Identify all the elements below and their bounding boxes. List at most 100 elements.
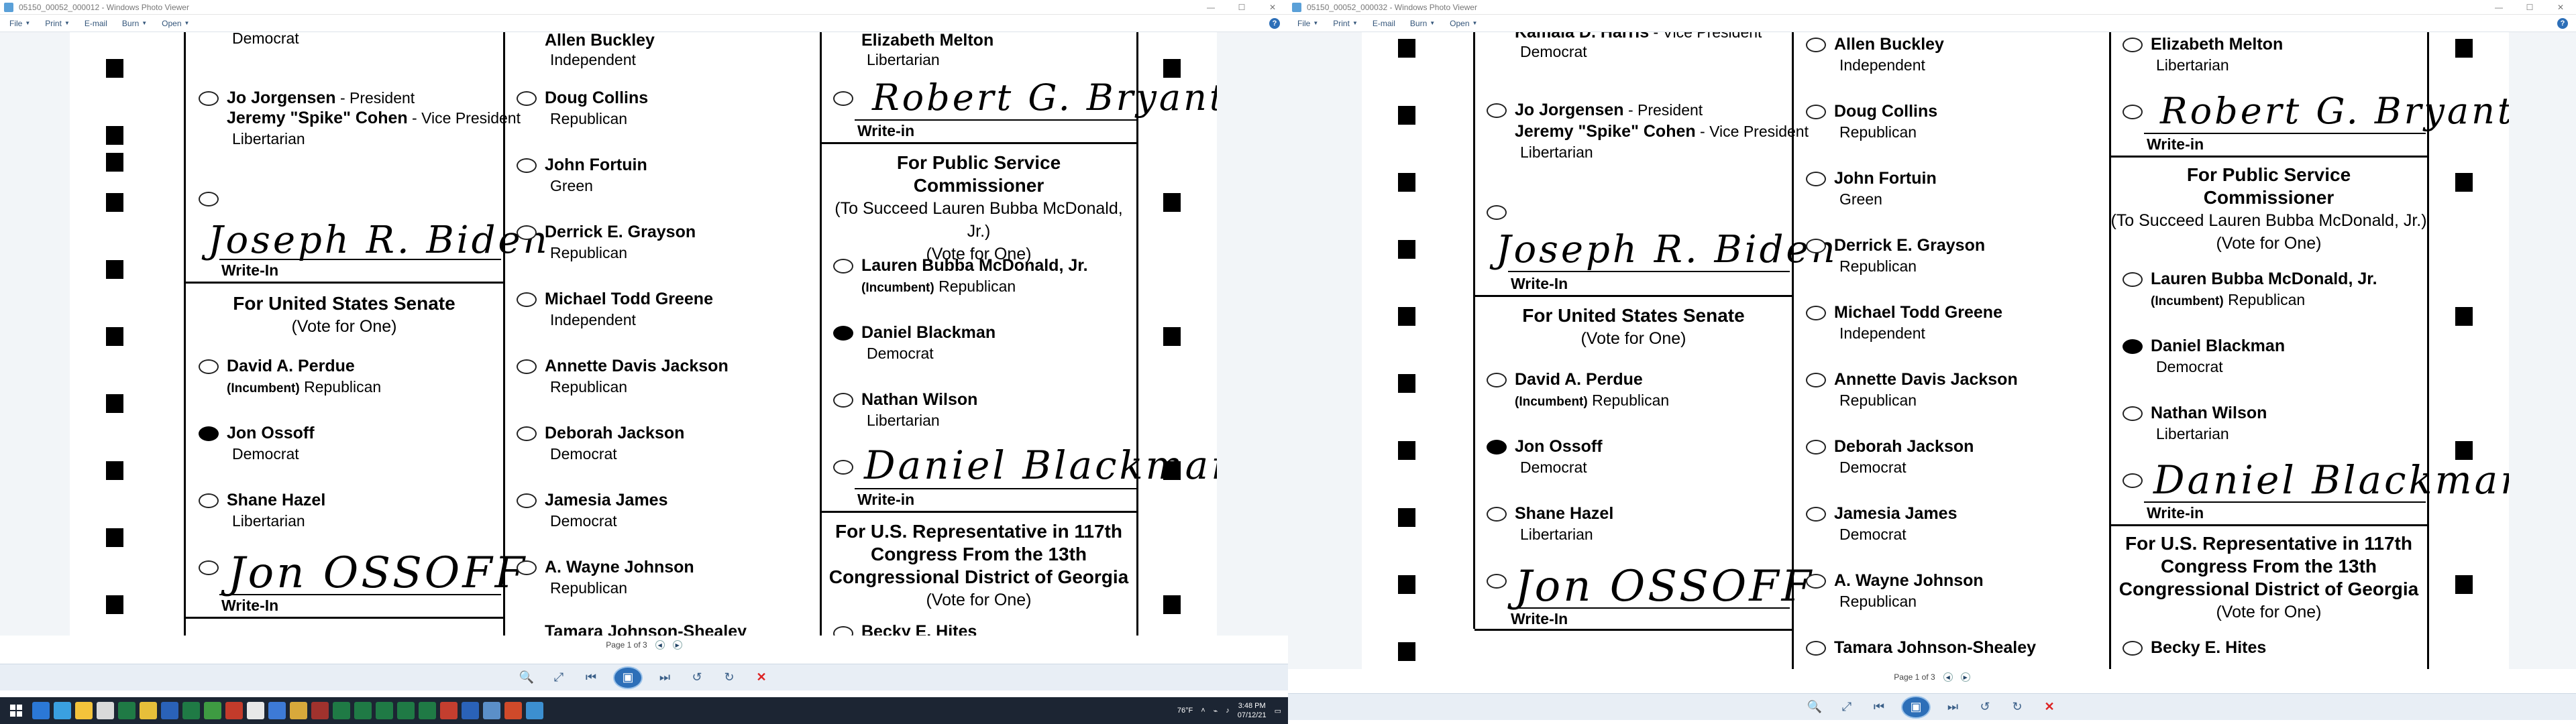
previous-page-icon[interactable]: ◀ [655, 640, 665, 650]
zoom-icon[interactable]: 🔍 [517, 669, 537, 686]
menu-email[interactable]: E-mail [85, 19, 107, 28]
close-button[interactable]: ✕ [1257, 0, 1288, 15]
vote-bubble[interactable] [1487, 373, 1507, 387]
vote-bubble[interactable] [517, 560, 537, 575]
slideshow-icon[interactable]: ▣ [1901, 695, 1931, 719]
image-viewport[interactable]: Democrat Jo Jorgensen - President Jeremy… [0, 32, 1288, 636]
excel-icon[interactable] [354, 702, 372, 719]
gear-icon[interactable] [247, 702, 264, 719]
pdf-icon[interactable] [440, 702, 458, 719]
vote-bubble[interactable] [1806, 239, 1826, 253]
menu-open[interactable]: Open ▼ [162, 19, 189, 28]
vote-bubble[interactable] [1806, 373, 1826, 387]
vote-bubble[interactable] [1806, 507, 1826, 522]
vote-bubble[interactable] [517, 292, 537, 307]
weather-text[interactable]: 76°F [1177, 707, 1193, 715]
app-icon[interactable] [504, 702, 522, 719]
app-icon[interactable] [97, 702, 114, 719]
help-icon[interactable]: ? [2557, 18, 2568, 29]
next-page-icon[interactable]: ▶ [672, 640, 682, 650]
menu-file[interactable]: File ▼ [9, 19, 30, 28]
previous-page-icon[interactable]: ◀ [1943, 672, 1953, 682]
vote-bubble[interactable] [517, 359, 537, 374]
menu-file[interactable]: File ▼ [1297, 19, 1318, 28]
vote-bubble[interactable] [1487, 205, 1507, 220]
help-icon[interactable]: ? [1269, 18, 1280, 29]
rotate-right-icon[interactable]: ↻ [719, 669, 739, 686]
vote-bubble[interactable] [1487, 103, 1507, 118]
vote-bubble[interactable] [199, 493, 219, 508]
vote-bubble[interactable] [517, 426, 537, 441]
folder-icon[interactable] [75, 702, 93, 719]
vote-bubble[interactable] [2123, 272, 2143, 287]
vote-bubble[interactable] [833, 259, 853, 274]
vote-bubble[interactable] [1806, 306, 1826, 320]
app-icon[interactable] [32, 702, 50, 719]
menu-print[interactable]: Print ▼ [45, 19, 70, 28]
vote-bubble[interactable] [1806, 38, 1826, 52]
vote-bubble[interactable] [1806, 440, 1826, 455]
vote-bubble[interactable] [833, 91, 853, 106]
vote-bubble[interactable] [1806, 172, 1826, 186]
vote-bubble-filled[interactable] [199, 426, 219, 441]
close-button[interactable]: ✕ [2545, 0, 2576, 15]
notifications-icon[interactable]: ▭ [1275, 707, 1281, 715]
vote-bubble-filled[interactable] [833, 326, 853, 341]
start-button[interactable] [0, 697, 32, 724]
vote-bubble[interactable] [2123, 38, 2143, 52]
excel-icon[interactable] [182, 702, 200, 719]
menu-open[interactable]: Open ▼ [1450, 19, 1477, 28]
minimize-button[interactable]: — [2483, 0, 2514, 15]
vote-bubble[interactable] [199, 192, 219, 206]
vote-bubble[interactable] [1806, 641, 1826, 656]
actual-size-icon[interactable]: ⤢ [1837, 699, 1857, 716]
vote-bubble[interactable] [517, 493, 537, 508]
delete-icon[interactable]: ✕ [751, 669, 771, 686]
app-icon[interactable] [290, 702, 307, 719]
vote-bubble[interactable] [1487, 507, 1507, 522]
menu-print[interactable]: Print ▼ [1333, 19, 1358, 28]
excel-icon[interactable] [376, 702, 393, 719]
app-icon[interactable] [526, 702, 543, 719]
previous-icon[interactable]: ⏮ [1869, 699, 1889, 716]
maximize-button[interactable]: ☐ [1226, 0, 1257, 15]
image-viewport[interactable]: Kamala D. Harris - Vice President Democr… [1288, 32, 2576, 669]
word-icon[interactable] [462, 702, 479, 719]
chevron-up-icon[interactable]: ˄ [1201, 707, 1205, 715]
menu-email[interactable]: E-mail [1373, 19, 1395, 28]
excel-icon[interactable] [419, 702, 436, 719]
zoom-icon[interactable]: 🔍 [1805, 699, 1825, 716]
excel-icon[interactable] [333, 702, 350, 719]
vote-bubble[interactable] [199, 91, 219, 106]
vote-bubble[interactable] [2123, 641, 2143, 656]
vote-bubble[interactable] [517, 158, 537, 173]
rotate-right-icon[interactable]: ↻ [2007, 699, 2027, 716]
actual-size-icon[interactable]: ⤢ [549, 669, 569, 686]
vote-bubble[interactable] [517, 91, 537, 106]
vote-bubble[interactable] [2123, 406, 2143, 421]
previous-icon[interactable]: ⏮ [581, 669, 601, 686]
volume-icon[interactable]: ♪ [1226, 707, 1230, 715]
excel-icon[interactable] [118, 702, 136, 719]
excel-icon[interactable] [397, 702, 415, 719]
rotate-left-icon[interactable]: ↺ [687, 669, 707, 686]
network-icon[interactable]: ⌁ [1214, 707, 1218, 715]
vote-bubble[interactable] [517, 225, 537, 240]
rotate-left-icon[interactable]: ↺ [1975, 699, 1995, 716]
app-icon[interactable] [204, 702, 221, 719]
delete-icon[interactable]: ✕ [2039, 699, 2059, 716]
vote-bubble[interactable] [833, 393, 853, 408]
vote-bubble[interactable] [833, 626, 853, 636]
menu-burn[interactable]: Burn ▼ [122, 19, 147, 28]
maximize-button[interactable]: ☐ [2514, 0, 2545, 15]
minimize-button[interactable]: — [1195, 0, 1226, 15]
word-icon[interactable] [161, 702, 178, 719]
app-icon[interactable] [311, 702, 329, 719]
app-icon[interactable] [54, 702, 71, 719]
vote-bubble-filled[interactable] [2123, 339, 2143, 354]
photos-icon[interactable] [483, 702, 500, 719]
app-icon[interactable] [268, 702, 286, 719]
slideshow-icon[interactable]: ▣ [613, 666, 643, 689]
vote-bubble[interactable] [199, 560, 219, 575]
vote-bubble[interactable] [199, 359, 219, 374]
